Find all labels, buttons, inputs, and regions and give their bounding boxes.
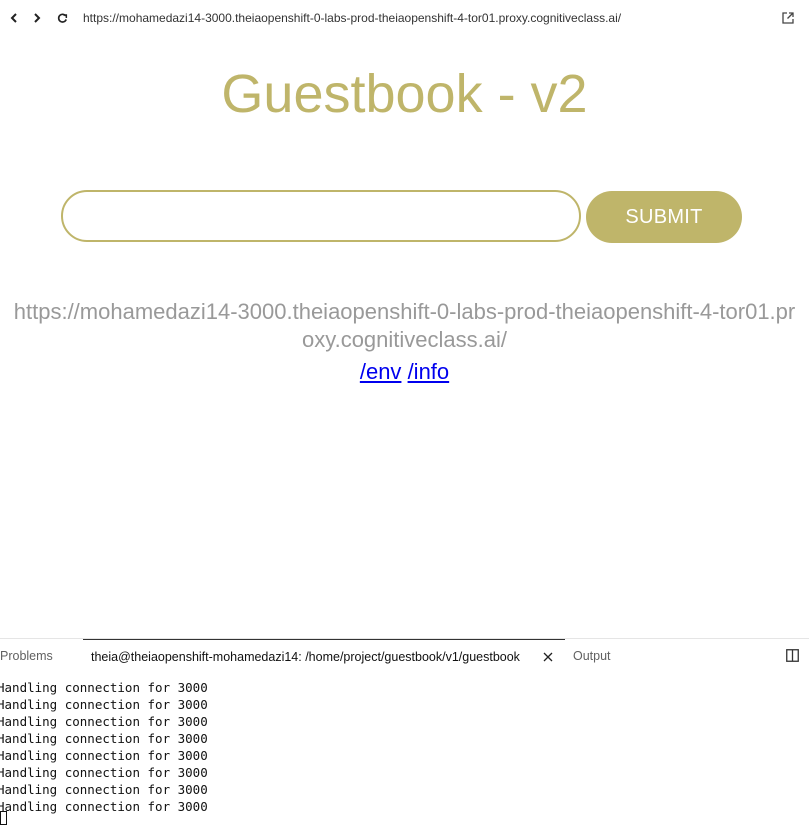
submit-button[interactable]: SUBMIT [586,191,742,243]
info-link[interactable]: /info [408,359,450,384]
forward-button[interactable] [28,9,46,27]
tab-terminal[interactable]: theia@theiaopenshift-mohamedazi14: /home… [83,639,565,673]
back-button[interactable] [5,9,23,27]
terminal-line: Handling connection for 3000 [0,782,208,797]
open-external-icon[interactable] [781,11,795,25]
back-icon [10,13,17,23]
terminal-line: Handling connection for 3000 [0,765,208,780]
url-bar[interactable]: https://mohamedazi14-3000.theiaopenshift… [83,11,621,25]
page-title: Guestbook - v2 [221,64,588,124]
env-link[interactable]: /env [360,359,402,384]
tab-terminal-label: theia@theiaopenshift-mohamedazi14: /home… [91,650,520,664]
bottom-panel: Problems theia@theiaopenshift-mohamedazi… [0,638,809,825]
browser-toolbar: https://mohamedazi14-3000.theiaopenshift… [0,0,809,37]
tab-output[interactable]: Output [573,639,611,673]
refresh-icon [57,12,67,23]
terminal-line: Handling connection for 3000 [0,680,208,695]
screen: https://mohamedazi14-3000.theiaopenshift… [0,0,809,825]
forward-icon [34,13,41,23]
terminal-line: Handling connection for 3000 [0,748,208,763]
close-icon[interactable] [543,652,553,662]
info-links: /env /info [0,358,809,386]
tab-problems[interactable]: Problems [0,639,53,673]
terminal-line: Handling connection for 3000 [0,799,208,814]
terminal-line: Handling connection for 3000 [0,731,208,746]
terminal-line: Handling connection for 3000 [0,714,208,729]
guestbook-entry-input[interactable] [61,190,581,242]
terminal-output[interactable]: Handling connection for 3000 Handling co… [0,679,806,825]
terminal-cursor [0,811,7,825]
terminal-line: Handling connection for 3000 [0,697,208,712]
refresh-button[interactable] [53,9,71,27]
host-address: https://mohamedazi14-3000.theiaopenshift… [13,299,796,352]
split-panel-icon[interactable] [786,649,799,662]
